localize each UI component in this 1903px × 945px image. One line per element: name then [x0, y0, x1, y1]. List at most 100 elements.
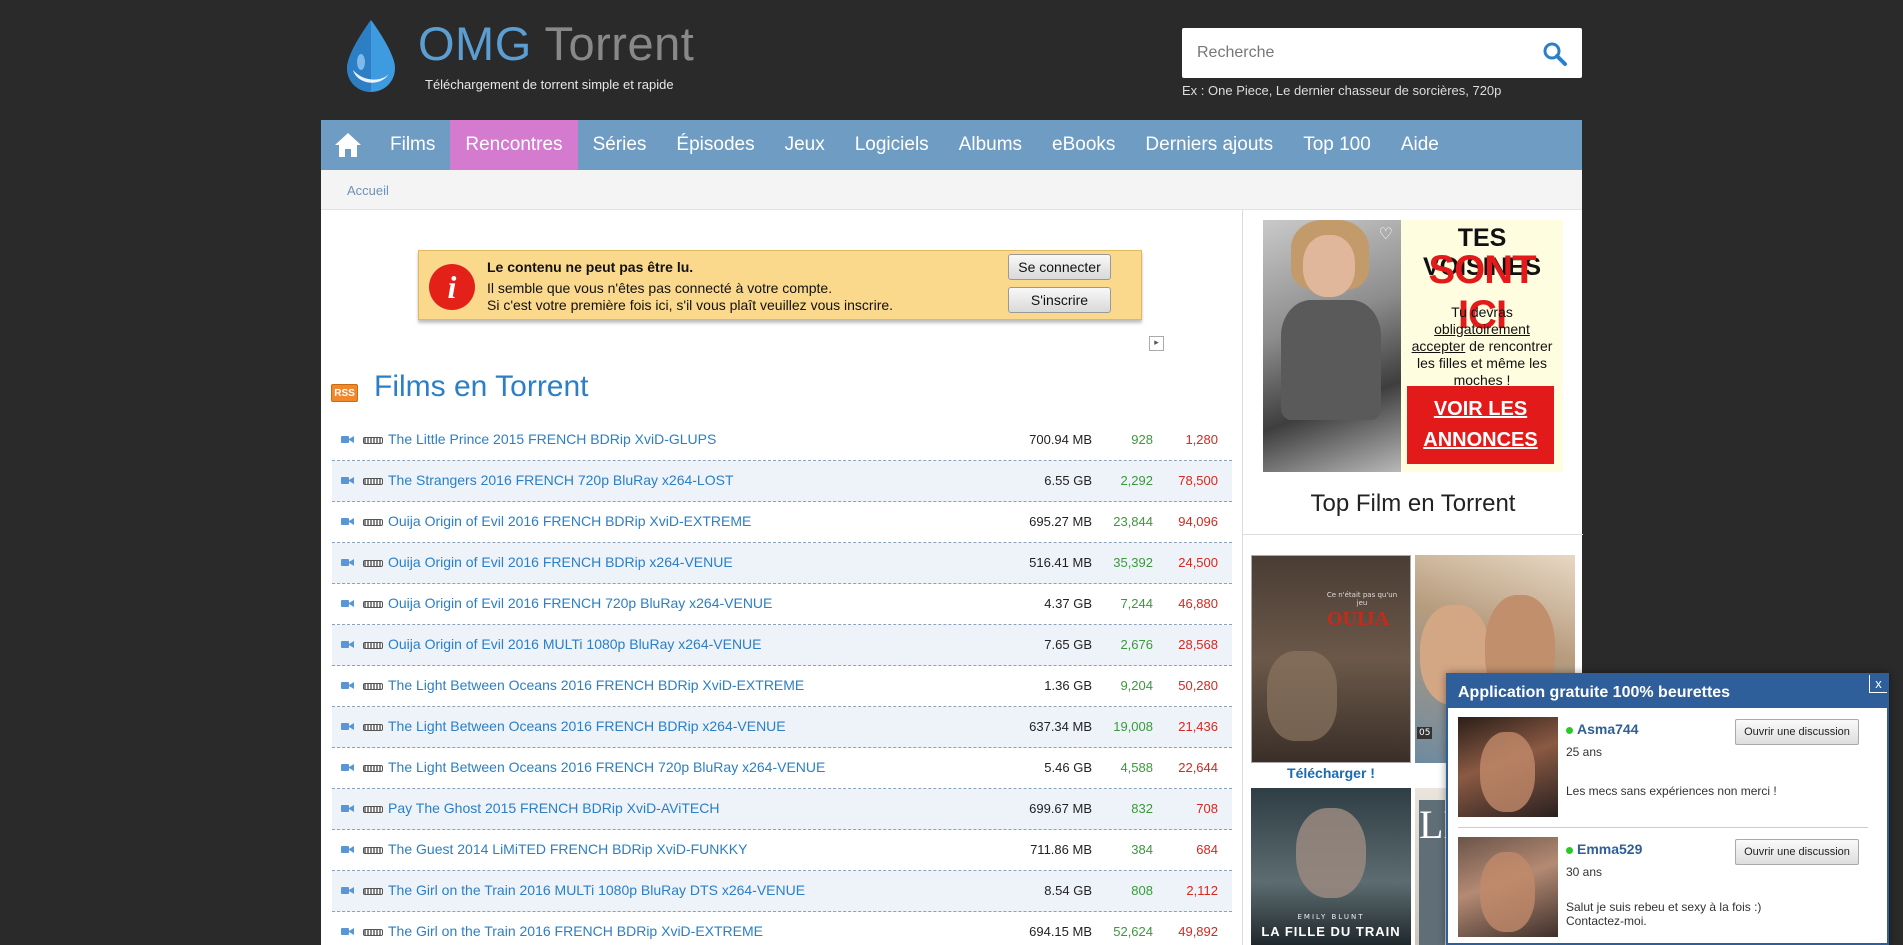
poster-face — [1296, 808, 1366, 898]
chat-username[interactable]: Asma744 — [1566, 721, 1639, 737]
chat-username-text: Asma744 — [1577, 721, 1639, 737]
torrent-size: 1.36 GB — [1044, 678, 1092, 693]
torrent-link[interactable]: Ouija Origin of Evil 2016 FRENCH BDRip X… — [388, 513, 751, 529]
category-icon — [363, 601, 383, 608]
torrent-size: 6.55 GB — [1044, 473, 1092, 488]
heart-icon: ♡ — [1378, 224, 1393, 243]
avatar[interactable] — [1458, 837, 1558, 937]
video-camera-icon — [341, 723, 354, 730]
open-discussion-button[interactable]: Ouvrir une discussion — [1735, 719, 1859, 745]
table-row: Ouija Origin of Evil 2016 FRENCH 720p Bl… — [332, 584, 1232, 625]
torrent-leechers: 24,500 — [1178, 555, 1218, 570]
chat-user-age: 25 ans — [1566, 745, 1603, 759]
torrent-size: 637.34 MB — [1029, 719, 1092, 734]
notice-title: Le contenu ne peut pas être lu. — [487, 259, 694, 275]
torrent-size: 5.46 GB — [1044, 760, 1092, 775]
torrent-link[interactable]: Ouija Origin of Evil 2016 FRENCH BDRip x… — [388, 554, 733, 570]
nav-item-series[interactable]: Séries — [578, 120, 662, 170]
torrent-leechers: 708 — [1196, 801, 1218, 816]
signup-button[interactable]: S'inscrire — [1008, 287, 1111, 313]
torrent-seeders: 52,624 — [1113, 924, 1153, 939]
nav-item-derniers-ajouts[interactable]: Derniers ajouts — [1130, 120, 1288, 170]
ad-cta-line-1: VOIR LES — [1433, 398, 1528, 420]
video-camera-icon — [341, 641, 354, 648]
side-ad-banner[interactable]: ♡ TES VOISINES SONT ICI Tu devras obliga… — [1263, 220, 1563, 472]
torrent-leechers: 28,568 — [1178, 637, 1218, 652]
site-tagline: Téléchargement de torrent simple et rapi… — [425, 77, 674, 92]
avatar[interactable] — [1458, 717, 1558, 817]
ad-text-u2: accepter — [1411, 338, 1466, 354]
poster-ouija[interactable]: Ce n'était pas qu'un jeu OUIJA — [1251, 555, 1411, 763]
torrent-link[interactable]: The Strangers 2016 FRENCH 720p BluRay x2… — [388, 472, 734, 488]
torrent-leechers: 50,280 — [1178, 678, 1218, 693]
poster-title: LA FILLE DU TRAIN — [1261, 924, 1401, 939]
nav-item-logiciels[interactable]: Logiciels — [840, 120, 944, 170]
category-icon — [363, 560, 383, 567]
video-camera-icon — [341, 928, 354, 935]
login-button[interactable]: Se connecter — [1008, 254, 1111, 280]
torrent-link[interactable]: Ouija Origin of Evil 2016 MULTi 1080p Bl… — [388, 636, 762, 652]
adchoices-icon[interactable]: ▸ — [1149, 336, 1164, 351]
online-dot-icon — [1566, 726, 1573, 734]
chat-divider — [1458, 827, 1868, 828]
torrent-size: 516.41 MB — [1029, 555, 1092, 570]
nav-item-aide[interactable]: Aide — [1386, 120, 1454, 170]
nav-item-episodes[interactable]: Épisodes — [661, 120, 769, 170]
torrent-size: 711.86 MB — [1030, 842, 1092, 857]
torrent-size: 695.27 MB — [1029, 514, 1092, 529]
site-brand[interactable]: OMG Torrent — [418, 16, 694, 71]
online-dot-icon — [1566, 846, 1573, 854]
torrent-link[interactable]: The Light Between Oceans 2016 FRENCH 720… — [388, 759, 825, 775]
video-camera-icon — [341, 887, 354, 894]
poster-la-fille-du-train[interactable]: EMILY BLUNT LA FILLE DU TRAIN — [1251, 788, 1411, 945]
torrent-link[interactable]: The Light Between Oceans 2016 FRENCH BDR… — [388, 718, 786, 734]
torrent-link[interactable]: The Girl on the Train 2016 FRENCH BDRip … — [388, 923, 763, 939]
nav-item-jeux[interactable]: Jeux — [770, 120, 840, 170]
avatar-figure — [1480, 732, 1535, 812]
ad-cta-button[interactable]: VOIR LES ANNONCES — [1407, 386, 1554, 464]
category-icon — [363, 765, 383, 772]
nav-item-films[interactable]: Films — [375, 120, 450, 170]
chat-user-entry[interactable]: Asma744 25 ans Les mecs sans expériences… — [1458, 717, 1868, 819]
table-row: The Girl on the Train 2016 MULTi 1080p B… — [332, 871, 1232, 912]
poster-le-title: LE — [1419, 800, 1468, 945]
download-link[interactable]: Télécharger ! — [1251, 765, 1411, 781]
chat-user-entry[interactable]: Emma529 30 ans Salut je suis rebeu et se… — [1458, 837, 1868, 939]
table-row: The Light Between Oceans 2016 FRENCH BDR… — [332, 666, 1232, 707]
ad-body-text: Tu devras obligatoirement accepter de re… — [1406, 304, 1558, 389]
torrent-link[interactable]: The Little Prince 2015 FRENCH BDRip XviD… — [388, 431, 716, 447]
torrent-link[interactable]: The Light Between Oceans 2016 FRENCH BDR… — [388, 677, 804, 693]
torrent-link[interactable]: The Girl on the Train 2016 MULTi 1080p B… — [388, 882, 805, 898]
torrent-size: 694.15 MB — [1029, 924, 1092, 939]
torrent-link[interactable]: Pay The Ghost 2015 FRENCH BDRip XviD-AVi… — [388, 800, 719, 816]
nav-item-albums[interactable]: Albums — [944, 120, 1037, 170]
search-input[interactable] — [1182, 28, 1522, 78]
nav-item-rencontres[interactable]: Rencontres — [450, 120, 578, 170]
breadcrumb-home-link[interactable]: Accueil — [347, 183, 389, 198]
torrent-link[interactable]: Ouija Origin of Evil 2016 FRENCH 720p Bl… — [388, 595, 772, 611]
torrent-leechers: 21,436 — [1178, 719, 1218, 734]
chat-username[interactable]: Emma529 — [1566, 841, 1642, 857]
nav-item-top-100[interactable]: Top 100 — [1288, 120, 1386, 170]
rss-icon[interactable]: RSS — [331, 384, 358, 402]
brand-torrent: Torrent — [544, 17, 695, 70]
table-row: The Light Between Oceans 2016 FRENCH BDR… — [332, 707, 1232, 748]
torrent-leechers: 2,112 — [1186, 883, 1218, 898]
brand-omg: OMG — [418, 17, 532, 70]
nav-item-ebooks[interactable]: eBooks — [1037, 120, 1130, 170]
open-discussion-button[interactable]: Ouvrir une discussion — [1735, 839, 1859, 865]
chat-popup: Application gratuite 100% beurettes x As… — [1446, 673, 1889, 945]
ad-photo: ♡ — [1263, 220, 1401, 472]
torrent-link[interactable]: The Guest 2014 LiMiTED FRENCH BDRip XviD… — [388, 841, 747, 857]
notice-line-2: Si c'est votre première fois ici, s'il v… — [487, 297, 894, 313]
torrent-size: 700.94 MB — [1029, 432, 1092, 447]
video-camera-icon — [341, 805, 354, 812]
poster-ouija-title: OUIJA — [1327, 608, 1390, 630]
torrent-leechers: 22,644 — [1178, 760, 1218, 775]
logo-drop-icon[interactable] — [341, 18, 401, 94]
torrent-seeders: 19,008 — [1113, 719, 1153, 734]
nav-home[interactable] — [321, 120, 375, 170]
search-icon[interactable] — [1542, 41, 1568, 67]
category-icon — [363, 478, 383, 485]
close-icon[interactable]: x — [1869, 675, 1887, 693]
